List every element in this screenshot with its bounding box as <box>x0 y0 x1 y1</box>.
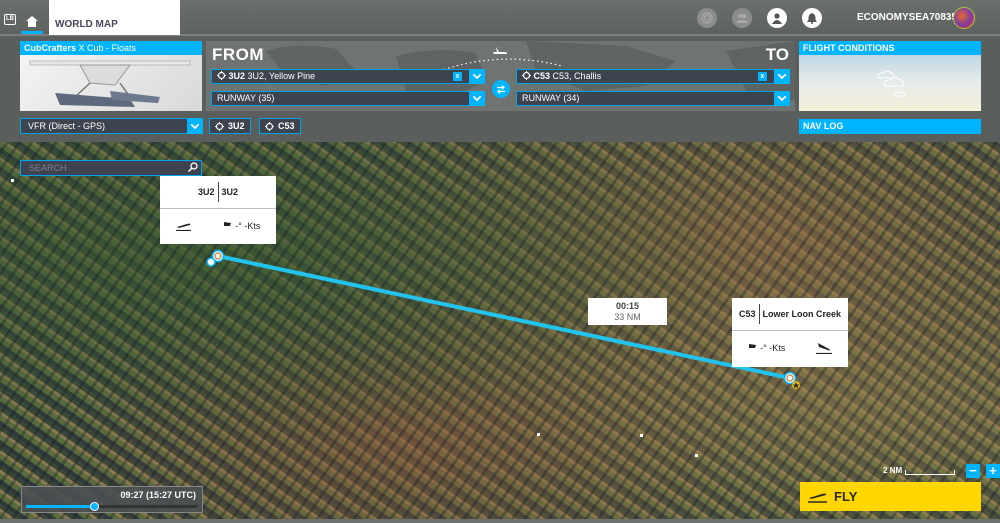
clouds-icon <box>877 70 906 97</box>
world-map-view[interactable]: SEARCH 3U2 3U2 -° -Kts 00:15 33 NM C53 Low… <box>0 142 1000 523</box>
departure-runway-dropdown-button[interactable] <box>469 91 485 106</box>
bottom-strip <box>0 519 1000 523</box>
aircraft-title: CubCrafters X Cub - Floats <box>20 41 202 55</box>
waypoint-button-arrival[interactable]: C53 <box>259 118 301 134</box>
waypoint-icon <box>522 71 531 80</box>
top-bar: LB WORLD MAP ECONOMYSEA70835 <box>0 0 1000 36</box>
scale-bar <box>905 470 956 475</box>
swap-airports-button[interactable] <box>492 80 510 98</box>
aircraft-image <box>29 60 191 107</box>
time-of-day-slider[interactable] <box>26 502 197 511</box>
home-tab[interactable] <box>21 0 43 36</box>
time-of-day-panel: 09:27 (15:27 UTC) <box>21 486 203 513</box>
departure-popup-body: -° -Kts <box>160 209 276 243</box>
route-line[interactable] <box>217 254 791 380</box>
from-label: FROM <box>212 45 265 64</box>
departure-popup-header: 3U2 3U2 <box>160 176 276 209</box>
friends-icon[interactable] <box>732 8 752 28</box>
arrival-dropdown-button[interactable] <box>774 69 790 84</box>
waypoint-icon <box>217 71 226 80</box>
tab-world-map-label: WORLD MAP <box>55 19 118 30</box>
profile-icon[interactable] <box>767 8 787 28</box>
tab-world-map[interactable]: WORLD MAP <box>49 0 180 35</box>
aircraft-selection-card[interactable]: CubCrafters X Cub - Floats <box>20 41 202 111</box>
arrival-popup-header: C53 Lower Loon Creek <box>732 298 848 331</box>
departure-runway-select[interactable]: RUNWAY (35) <box>211 91 485 106</box>
route-leg-label: 00:15 33 NM <box>588 298 667 325</box>
clear-arrival-button[interactable]: x <box>758 72 767 81</box>
flight-conditions-card[interactable]: FLIGHT CONDITIONS <box>799 41 981 111</box>
notifications-icon[interactable] <box>802 8 822 28</box>
takeoff-icon <box>808 493 827 503</box>
clear-departure-button[interactable]: x <box>453 72 462 81</box>
waypoint-icon <box>265 121 274 131</box>
chevron-down-icon <box>778 96 786 101</box>
chevron-down-icon <box>191 123 199 129</box>
to-label: TO <box>765 45 789 64</box>
activity-icon[interactable] <box>697 8 717 28</box>
flight-conditions-title: FLIGHT CONDITIONS <box>799 41 981 55</box>
departure-airport-marker[interactable] <box>211 249 225 263</box>
windsock-icon <box>748 344 756 351</box>
windsock-icon <box>223 222 231 229</box>
flight-rules-select[interactable]: VFR (Direct - GPS) <box>20 118 203 134</box>
route-panel: FROM TO 3U2 3U2, Yellow Pine x RUNWAY (3… <box>206 41 795 111</box>
chevron-down-icon <box>778 74 786 79</box>
map-scale: 2 NM <box>883 466 956 475</box>
leg-distance: 33 NM <box>614 312 641 322</box>
takeoff-icon <box>175 223 191 231</box>
airplane-icon <box>493 47 507 54</box>
flight-rules-dropdown-button[interactable] <box>187 118 203 134</box>
arrival-airport-field[interactable]: C53 C53, Challis x <box>516 69 790 84</box>
departure-dropdown-button[interactable] <box>469 69 485 84</box>
flight-planner-header: CubCrafters X Cub - Floats FROM TO 3U2 3… <box>0 38 1000 142</box>
chevron-down-icon <box>473 96 481 101</box>
nav-log-button[interactable]: NAV LOG <box>799 119 981 134</box>
username[interactable]: ECONOMYSEA70835 <box>857 12 957 23</box>
arrival-runway-dropdown-button[interactable] <box>774 91 790 106</box>
departure-airport-popup[interactable]: 3U2 3U2 -° -Kts <box>160 176 276 244</box>
time-slider-handle[interactable] <box>90 502 100 511</box>
avatar[interactable] <box>953 7 975 29</box>
swap-icon <box>497 84 505 94</box>
arrival-airport-popup[interactable]: C53 Lower Loon Creek -° -Kts <box>732 298 848 367</box>
route-overlay <box>206 249 800 389</box>
time-slider-fill <box>26 505 95 508</box>
zoom-out-button[interactable]: − <box>966 464 980 478</box>
active-tab-indicator <box>21 31 43 34</box>
zoom-in-button[interactable]: + <box>986 464 1000 478</box>
arrival-runway-select[interactable]: RUNWAY (34) <box>516 91 790 106</box>
arrival-popup-body: -° -Kts <box>732 331 848 365</box>
waypoint-icon <box>215 121 224 131</box>
landing-icon <box>816 342 833 354</box>
fly-button[interactable]: FLY <box>800 482 981 511</box>
leg-time: 00:15 <box>615 301 640 311</box>
lb-bumper-icon[interactable]: LB <box>4 14 16 25</box>
home-icon <box>26 16 38 27</box>
departure-airport-field[interactable]: 3U2 3U2, Yellow Pine x <box>211 69 485 84</box>
time-of-day-label: 09:27 (15:27 UTC) <box>120 490 196 500</box>
waypoint-button-departure[interactable]: 3U2 <box>209 118 251 134</box>
chevron-down-icon <box>473 74 481 79</box>
